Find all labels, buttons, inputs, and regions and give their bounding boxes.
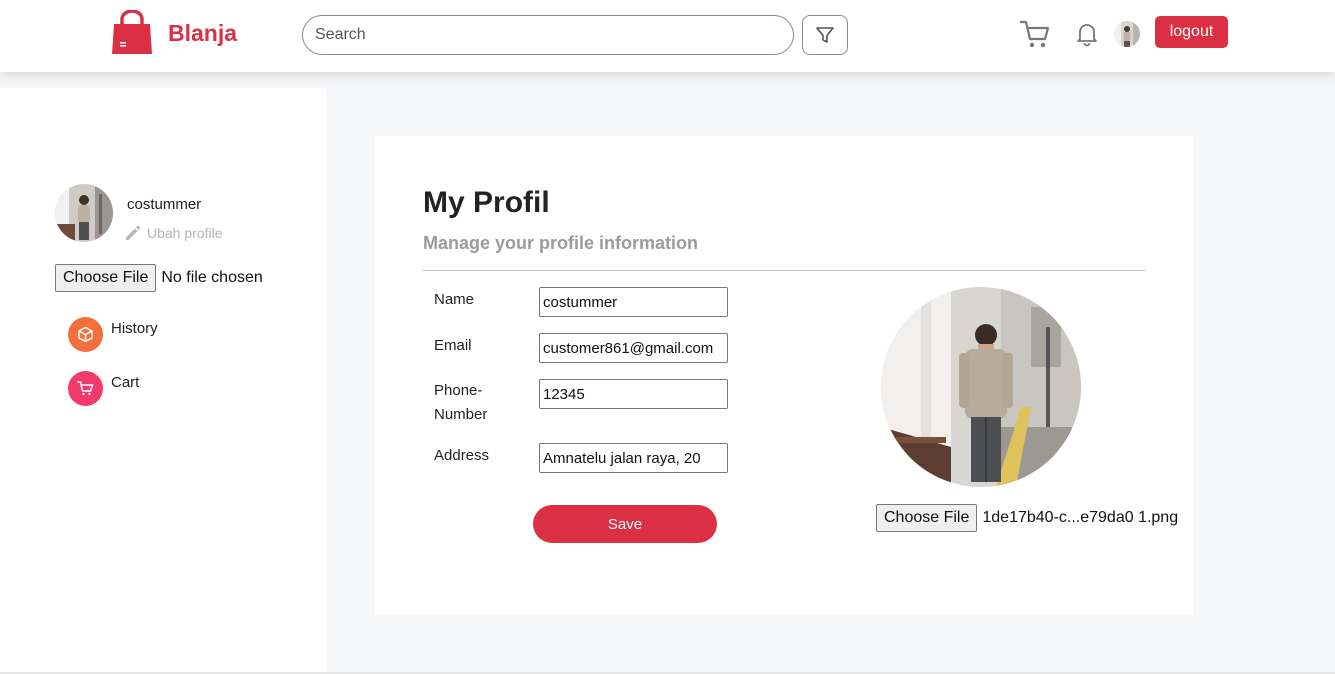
avatar-photo: [1114, 21, 1140, 47]
brand-name: Blanja: [168, 19, 238, 46]
email-label: Email: [434, 337, 472, 354]
phone-label: Phone-Number: [434, 382, 488, 423]
page-subtitle: Manage your profile information: [423, 233, 699, 253]
file-name: 1de17b40-c...e79da0 1.png: [982, 509, 1179, 526]
user-avatar[interactable]: [1114, 21, 1140, 47]
file-status: No file chosen: [161, 269, 263, 286]
save-button[interactable]: Save: [533, 505, 717, 543]
profile-avatar: [55, 184, 113, 242]
name-label: Name: [434, 291, 475, 308]
choose-file-button[interactable]: Choose File: [55, 264, 157, 292]
cart-icon[interactable]: [1019, 19, 1051, 49]
cart-icon: [68, 371, 103, 406]
bell-icon[interactable]: [1075, 21, 1099, 47]
page-title: My Profil: [423, 186, 550, 219]
edit-profile-label: Ubah profile: [147, 225, 223, 241]
edit-profile-link[interactable]: Ubah profile: [124, 224, 223, 242]
profile-photo-image: [881, 287, 1081, 487]
choose-file-button[interactable]: Choose File: [876, 504, 978, 532]
address-label: Address: [434, 447, 490, 464]
sidebar-item-history[interactable]: History: [68, 317, 158, 352]
sidebar-username: costummer: [127, 196, 202, 213]
name-field[interactable]: [539, 287, 728, 317]
profile-card: My Profil Manage your profile informatio…: [374, 136, 1194, 615]
sidebar-item-label: History: [111, 320, 158, 337]
address-field[interactable]: [539, 443, 728, 473]
phone-field[interactable]: [539, 379, 728, 409]
divider: [422, 270, 1146, 271]
filter-button[interactable]: [802, 15, 848, 55]
sidebar-item-cart[interactable]: Cart: [68, 371, 139, 406]
box-icon: [68, 317, 103, 352]
top-navbar: Blanja logout: [0, 0, 1335, 72]
pencil-icon: [126, 225, 141, 240]
sidebar-file-input[interactable]: Choose File No file chosen: [55, 264, 263, 292]
sidebar: costummer Ubah profile Choose File No fi…: [0, 88, 326, 674]
shopping-bag-icon: [112, 10, 152, 54]
photo-file-input[interactable]: Choose File 1de17b40-c...e79da0 1.png: [876, 504, 1178, 532]
profile-photo: [881, 287, 1081, 487]
sidebar-item-label: Cart: [111, 374, 140, 391]
filter-icon: [816, 27, 834, 43]
avatar-photo: [55, 184, 113, 242]
search-input[interactable]: [302, 15, 794, 55]
brand-logo[interactable]: Blanja: [110, 10, 237, 56]
logout-button[interactable]: logout: [1155, 16, 1228, 48]
email-field[interactable]: [539, 333, 728, 363]
